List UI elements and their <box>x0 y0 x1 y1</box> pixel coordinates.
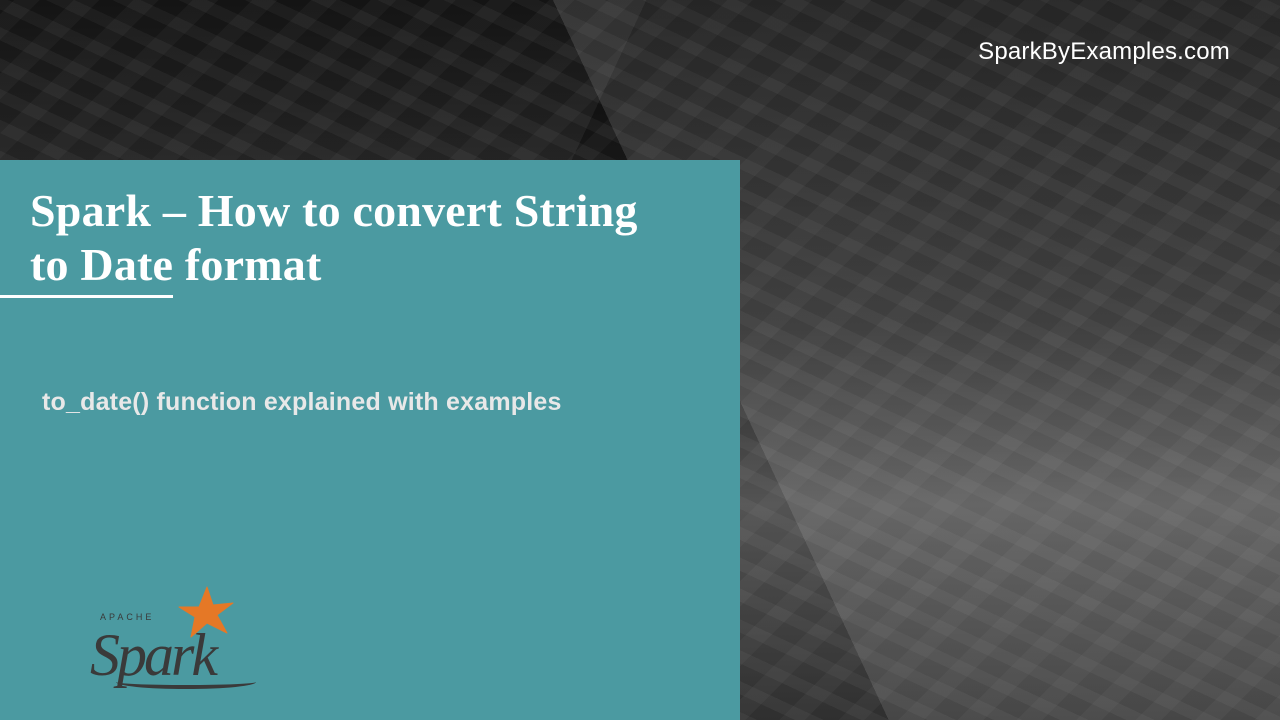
spark-swoosh-icon <box>116 675 256 689</box>
title-line-1: Spark – How to convert String <box>30 185 638 236</box>
slide-title: Spark – How to convert String to Date fo… <box>0 160 740 308</box>
title-line-2-rest: format <box>173 239 321 290</box>
site-watermark: SparkByExamples.com <box>978 38 1230 66</box>
slide-stage: SparkByExamples.com Spark – How to conve… <box>0 0 1280 720</box>
spark-wordmark: APACHE Spark <box>90 625 215 685</box>
apache-label: APACHE <box>100 613 154 622</box>
content-panel: Spark – How to convert String to Date fo… <box>0 160 740 720</box>
spark-star-icon <box>175 583 239 657</box>
apache-spark-logo: APACHE Spark <box>90 625 215 685</box>
slide-subtitle: to_date() function explained with exampl… <box>0 308 740 417</box>
title-underlined-segment: to Date <box>0 238 173 297</box>
